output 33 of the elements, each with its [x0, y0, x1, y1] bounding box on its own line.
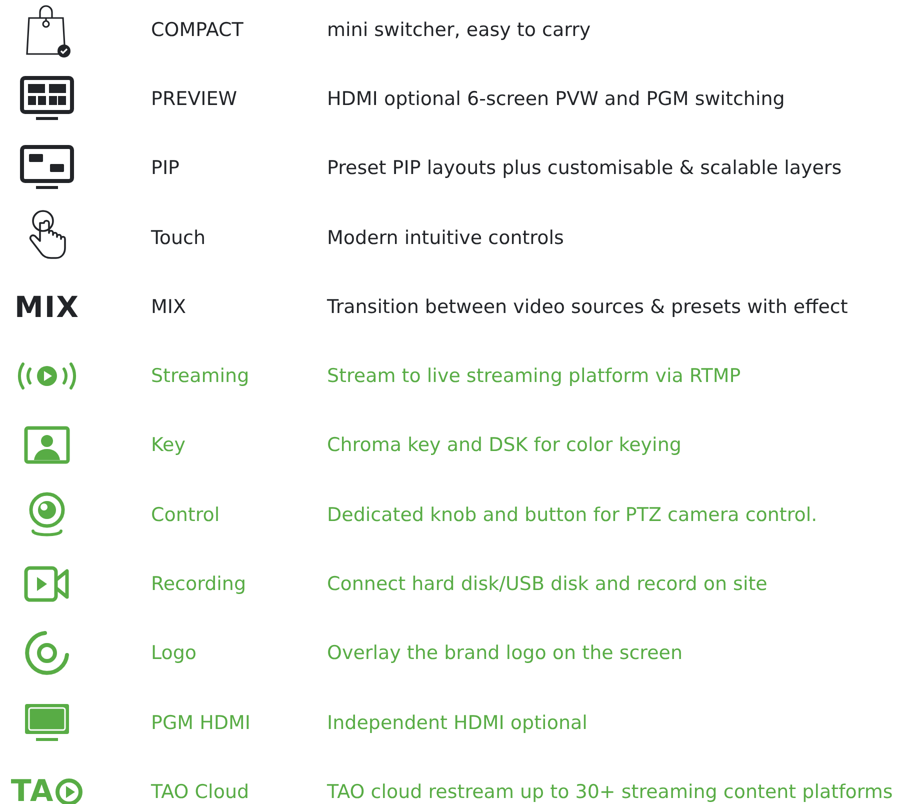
feature-title: Touch: [151, 226, 207, 249]
feature-description: mini switcher, easy to carry: [327, 18, 591, 41]
feature-title: COMPACT: [151, 18, 244, 41]
feature-title: Control: [151, 504, 221, 526]
feature-title: Recording: [151, 573, 248, 596]
feature-description: Modern intuitive controls: [327, 226, 564, 249]
feature-description: Transition between video sources & presets with effect: [327, 296, 848, 318]
feature-title: Key: [151, 434, 186, 456]
feature-description: Connect hard disk/USB disk and record on site: [327, 573, 768, 596]
feature-title: PREVIEW: [151, 88, 238, 110]
feature-description: Overlay the brand logo on the screen: [327, 642, 682, 664]
webcam-icon: [27, 490, 67, 539]
mix-wordmark: MIX: [14, 290, 80, 324]
monitor-grid-icon: [20, 76, 74, 122]
feature-description: Stream to live streaming platform via RTMP: [327, 365, 741, 388]
video-camera-icon: [24, 566, 70, 602]
feature-description: Dedicated knob and button for PTZ camera control.: [327, 504, 818, 526]
feature-description: Preset PIP layouts plus customisable & scalable layers: [327, 157, 842, 180]
cloud-logo: TA: [10, 774, 84, 804]
portrait-icon: [24, 426, 70, 464]
monitor-icon: [24, 702, 70, 743]
feature-title: PGM HDMI: [151, 712, 252, 734]
feature-title: Streaming: [151, 365, 250, 388]
feature-description: Independent HDMI optional: [327, 712, 588, 734]
feature-title: MIX: [151, 296, 188, 318]
feature-title: TAO Cloud: [151, 780, 250, 803]
feature-description: TAO cloud restream up to 30+ streaming content platforms: [327, 780, 893, 803]
monitor-pip-icon: [20, 145, 74, 192]
feature-title: PIP: [151, 157, 181, 180]
ring-icon: [24, 630, 70, 676]
feature-title: Logo: [151, 642, 198, 664]
feature-description: HDMI optional 6-screen PVW and PGM switching: [327, 88, 785, 110]
feature-description: Chroma key and DSK for color keying: [327, 434, 682, 456]
